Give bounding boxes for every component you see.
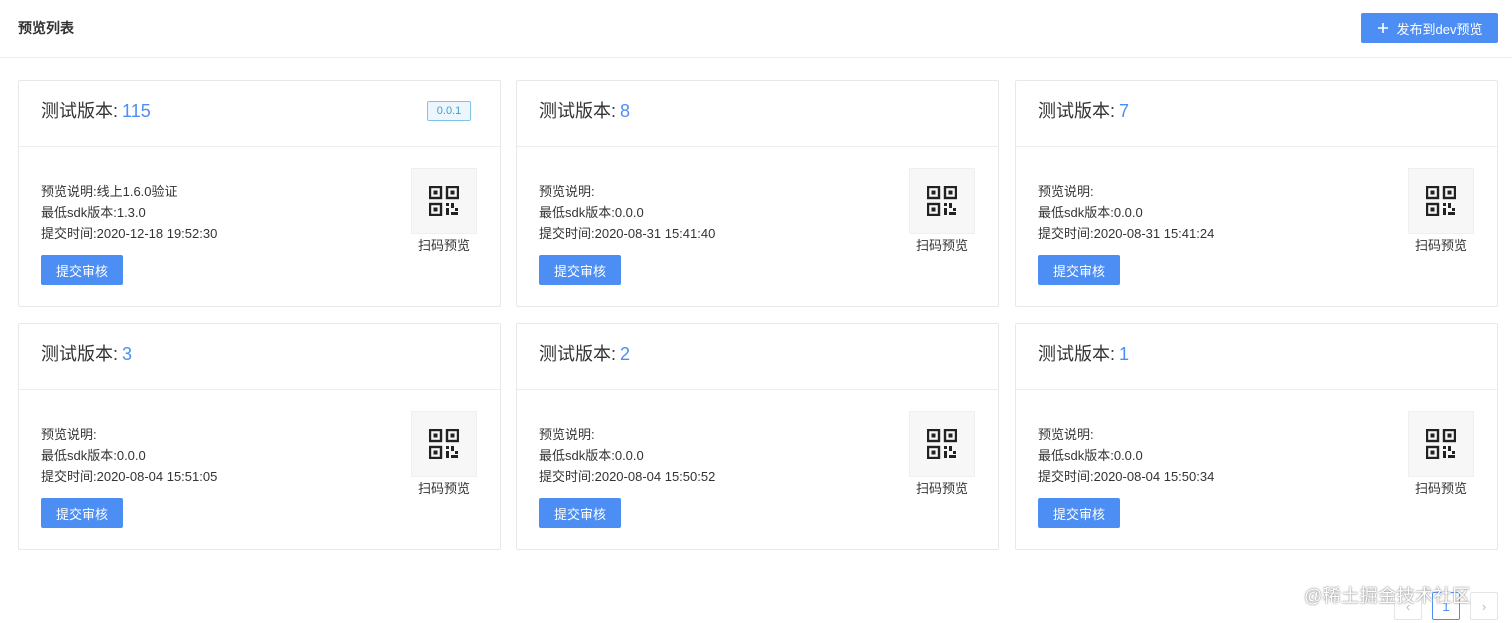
submit-review-button[interactable]: 提交审核 xyxy=(539,255,621,285)
min-sdk-version: 最低sdk版本:0.0.0 xyxy=(41,448,146,463)
page-title: 预览列表 xyxy=(18,20,74,36)
submit-time: 提交时间:2020-08-31 15:41:24 xyxy=(1038,226,1215,241)
version-card: 测试版本: 8 预览说明: 最低sdk版本:0.0.0 提交时间:2020-08-… xyxy=(516,80,999,307)
preview-description: 预览说明:线上1.6.0验证 xyxy=(41,184,178,199)
page-header: 预览列表 发布到dev预览 xyxy=(0,0,1512,58)
version-prefix: 测试版本: xyxy=(41,344,119,364)
version-prefix: 测试版本: xyxy=(1038,101,1116,121)
qr-code-icon xyxy=(1426,429,1456,459)
version-info: 预览说明: 最低sdk版本:0.0.0 提交时间:2020-08-31 15:4… xyxy=(1038,181,1214,244)
card-body: 预览说明: 最低sdk版本:0.0.0 提交时间:2020-08-31 15:4… xyxy=(1016,147,1497,307)
card-header: 测试版本: 1 xyxy=(1016,324,1497,390)
version-prefix: 测试版本: xyxy=(539,344,617,364)
version-card: 测试版本: 115 0.0.1 预览说明:线上1.6.0验证 最低sdk版本:1.… xyxy=(18,80,501,307)
card-body: 预览说明: 最低sdk版本:0.0.0 提交时间:2020-08-04 15:5… xyxy=(517,390,998,550)
card-header: 测试版本: 8 xyxy=(517,81,998,147)
qr-preview-label: 扫码预览 xyxy=(1414,481,1467,496)
qr-code-icon xyxy=(429,429,459,459)
qr-preview-button[interactable] xyxy=(411,411,477,477)
version-card: 测试版本: 7 预览说明: 最低sdk版本:0.0.0 提交时间:2020-08-… xyxy=(1015,80,1498,307)
card-header: 测试版本: 2 xyxy=(517,324,998,390)
version-info: 预览说明: 最低sdk版本:0.0.0 提交时间:2020-08-04 15:5… xyxy=(539,424,715,487)
version-prefix: 测试版本: xyxy=(41,101,119,121)
pagination-next-button[interactable]: › xyxy=(1470,592,1498,620)
qr-preview-button[interactable] xyxy=(909,411,975,477)
card-body: 预览说明: 最低sdk版本:0.0.0 提交时间:2020-08-04 15:5… xyxy=(1016,390,1497,550)
qr-preview-label: 扫码预览 xyxy=(417,481,470,496)
submit-time: 提交时间:2020-08-04 15:50:34 xyxy=(1038,469,1215,484)
version-info: 预览说明:线上1.6.0验证 最低sdk版本:1.3.0 提交时间:2020-1… xyxy=(41,181,217,244)
preview-description: 预览说明: xyxy=(539,427,595,442)
version-tag: 0.0.1 xyxy=(427,101,471,121)
qr-preview-button[interactable] xyxy=(411,168,477,234)
qr-preview-label: 扫码预览 xyxy=(1414,238,1467,253)
qr-code-icon xyxy=(1426,186,1456,216)
preview-description: 预览说明: xyxy=(1038,427,1094,442)
version-number: 7 xyxy=(1119,101,1130,121)
watermark: @稀土掘金技术社区 xyxy=(1304,586,1471,606)
qr-code-icon xyxy=(927,186,957,216)
submit-review-button[interactable]: 提交审核 xyxy=(539,498,621,528)
version-number: 2 xyxy=(620,344,631,364)
qr-code-icon xyxy=(927,429,957,459)
card-header: 测试版本: 115 0.0.1 xyxy=(19,81,500,147)
version-number: 1 xyxy=(1119,344,1130,364)
preview-description: 预览说明: xyxy=(1038,184,1094,199)
qr-preview-label: 扫码预览 xyxy=(915,238,968,253)
submit-review-button[interactable]: 提交审核 xyxy=(41,498,123,528)
version-info: 预览说明: 最低sdk版本:0.0.0 提交时间:2020-08-31 15:4… xyxy=(539,181,715,244)
qr-preview-label: 扫码预览 xyxy=(915,481,968,496)
card-body: 预览说明: 最低sdk版本:0.0.0 提交时间:2020-08-04 15:5… xyxy=(19,390,500,550)
card-body: 预览说明:线上1.6.0验证 最低sdk版本:1.3.0 提交时间:2020-1… xyxy=(19,147,500,307)
version-number: 3 xyxy=(122,344,133,364)
min-sdk-version: 最低sdk版本:0.0.0 xyxy=(1038,448,1143,463)
preview-description: 预览说明: xyxy=(41,427,97,442)
version-prefix: 测试版本: xyxy=(539,101,617,121)
submit-review-button[interactable]: 提交审核 xyxy=(1038,498,1120,528)
plus-icon xyxy=(1377,23,1388,33)
submit-review-button[interactable]: 提交审核 xyxy=(1038,255,1120,285)
card-header: 测试版本: 3 xyxy=(19,324,500,390)
card-body: 预览说明: 最低sdk版本:0.0.0 提交时间:2020-08-31 15:4… xyxy=(517,147,998,307)
min-sdk-version: 最低sdk版本:1.3.0 xyxy=(41,205,146,220)
version-card: 测试版本: 2 预览说明: 最低sdk版本:0.0.0 提交时间:2020-08-… xyxy=(516,323,999,550)
submit-time: 提交时间:2020-12-18 19:52:30 xyxy=(41,226,218,241)
version-number: 115 xyxy=(122,101,151,121)
min-sdk-version: 最低sdk版本:0.0.0 xyxy=(1038,205,1143,220)
card-header: 测试版本: 7 xyxy=(1016,81,1497,147)
version-info: 预览说明: 最低sdk版本:0.0.0 提交时间:2020-08-04 15:5… xyxy=(1038,424,1214,487)
qr-preview-button[interactable] xyxy=(1408,411,1474,477)
min-sdk-version: 最低sdk版本:0.0.0 xyxy=(539,205,644,220)
version-card: 测试版本: 1 预览说明: 最低sdk版本:0.0.0 提交时间:2020-08-… xyxy=(1015,323,1498,550)
publish-to-dev-button[interactable]: 发布到dev预览 xyxy=(1361,13,1498,43)
qr-code-icon xyxy=(429,186,459,216)
submit-time: 提交时间:2020-08-04 15:51:05 xyxy=(41,469,218,484)
version-number: 8 xyxy=(620,101,631,121)
qr-preview-button[interactable] xyxy=(909,168,975,234)
publish-to-dev-label: 发布到dev预览 xyxy=(1396,21,1483,37)
submit-time: 提交时间:2020-08-31 15:41:40 xyxy=(539,226,716,241)
submit-review-button[interactable]: 提交审核 xyxy=(41,255,123,285)
submit-time: 提交时间:2020-08-04 15:50:52 xyxy=(539,469,716,484)
version-info: 预览说明: 最低sdk版本:0.0.0 提交时间:2020-08-04 15:5… xyxy=(41,424,217,487)
min-sdk-version: 最低sdk版本:0.0.0 xyxy=(539,448,644,463)
version-prefix: 测试版本: xyxy=(1038,344,1116,364)
version-card: 测试版本: 3 预览说明: 最低sdk版本:0.0.0 提交时间:2020-08-… xyxy=(18,323,501,550)
preview-description: 预览说明: xyxy=(539,184,595,199)
qr-preview-button[interactable] xyxy=(1408,168,1474,234)
qr-preview-label: 扫码预览 xyxy=(417,238,470,253)
